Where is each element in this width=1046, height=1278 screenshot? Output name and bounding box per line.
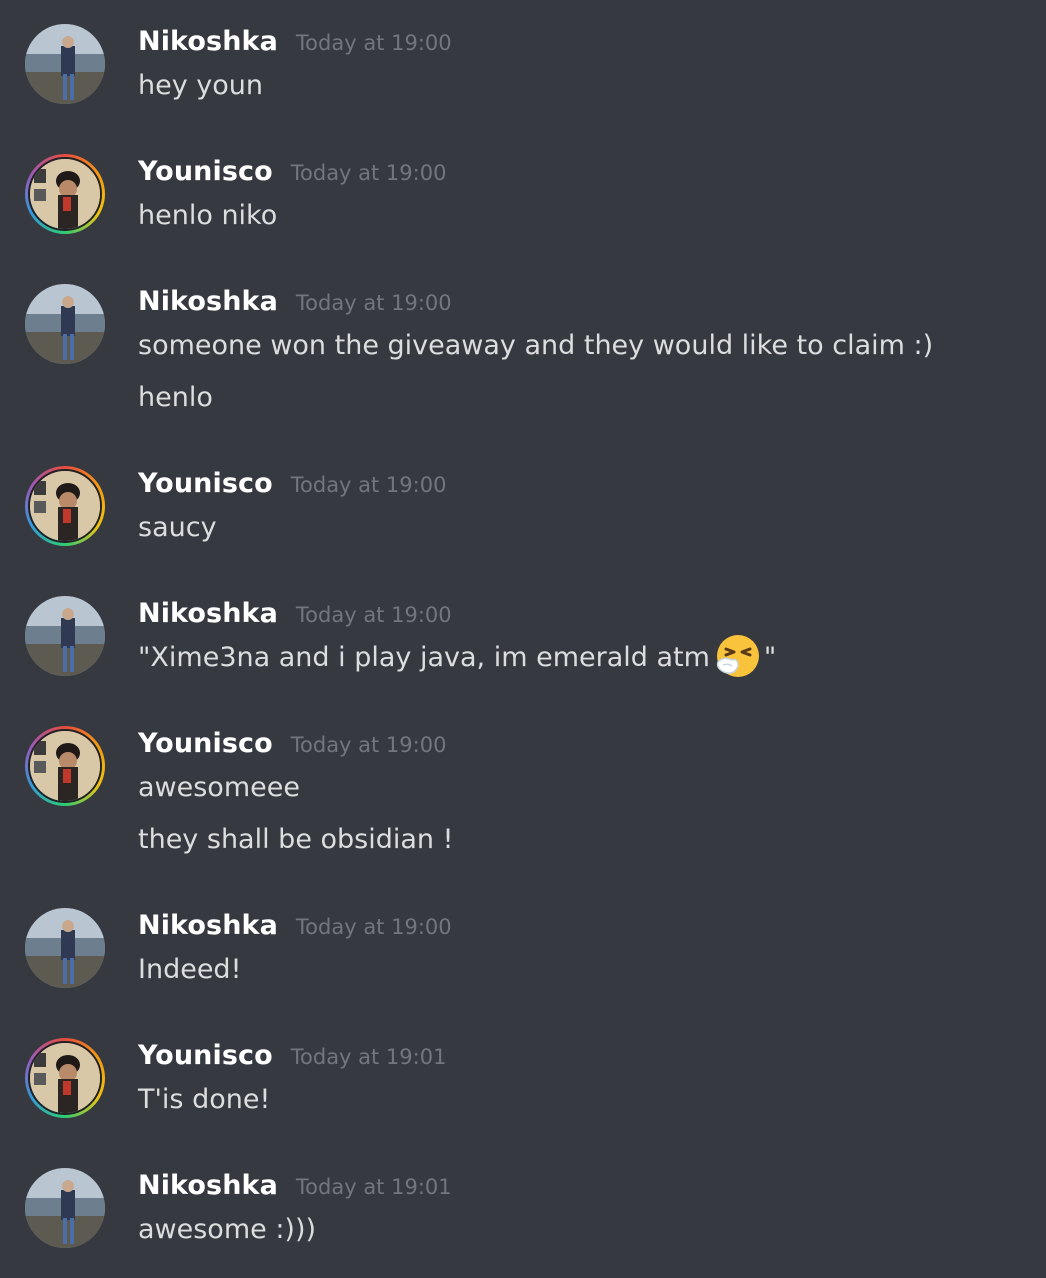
message-header: Nikoshka Today at 19:01 bbox=[138, 1170, 452, 1206]
message-text-part: " bbox=[763, 642, 777, 673]
timestamp: Today at 19:00 bbox=[290, 733, 447, 757]
timestamp: Today at 19:00 bbox=[295, 603, 452, 627]
username[interactable]: Nikoshka bbox=[138, 26, 278, 57]
chat-messages: Nikoshka Today at 19:00 hey youn Younisc… bbox=[0, 0, 1046, 1278]
username[interactable]: Nikoshka bbox=[138, 910, 278, 941]
avatar-nikoshka[interactable] bbox=[25, 908, 105, 988]
message-header: Nikoshka Today at 19:00 bbox=[138, 286, 452, 322]
username[interactable]: Younisco bbox=[138, 728, 273, 759]
avatar-nikoshka[interactable] bbox=[25, 1168, 105, 1248]
username[interactable]: Younisco bbox=[138, 156, 273, 187]
sneezing-face-emoji-icon[interactable] bbox=[714, 632, 762, 680]
message-text: they shall be obsidian ! bbox=[138, 824, 454, 855]
username[interactable]: Younisco bbox=[138, 1040, 273, 1071]
message-text: henlo bbox=[138, 382, 213, 413]
message-text: awesomeee bbox=[138, 772, 300, 803]
message-text: hey youn bbox=[138, 70, 264, 101]
message-header: Nikoshka Today at 19:00 bbox=[138, 910, 452, 946]
message-header: Younisco Today at 19:00 bbox=[138, 468, 446, 504]
timestamp: Today at 19:01 bbox=[290, 1045, 447, 1069]
avatar-younisco[interactable] bbox=[25, 154, 105, 234]
message-text: awesome :))) bbox=[138, 1214, 317, 1245]
username[interactable]: Younisco bbox=[138, 468, 273, 499]
timestamp: Today at 19:00 bbox=[295, 915, 452, 939]
message-text: T'is done! bbox=[138, 1084, 271, 1115]
message-text: Indeed! bbox=[138, 954, 242, 985]
message-header: Younisco Today at 19:00 bbox=[138, 156, 446, 192]
message-header: Nikoshka Today at 19:00 bbox=[138, 598, 452, 634]
avatar-younisco[interactable] bbox=[25, 466, 105, 546]
message-header: Younisco Today at 19:01 bbox=[138, 1040, 446, 1076]
message-header: Younisco Today at 19:00 bbox=[138, 728, 446, 764]
message-text: someone won the giveaway and they would … bbox=[138, 330, 934, 361]
message-text-part: "Xime3na and i play java, im emerald atm bbox=[138, 642, 710, 673]
timestamp: Today at 19:01 bbox=[295, 1175, 452, 1199]
timestamp: Today at 19:00 bbox=[290, 161, 447, 185]
timestamp: Today at 19:00 bbox=[295, 291, 452, 315]
message-text: "Xime3na and i play java, im emerald atm… bbox=[138, 634, 777, 677]
username[interactable]: Nikoshka bbox=[138, 598, 278, 629]
avatar-nikoshka[interactable] bbox=[25, 284, 105, 364]
avatar-younisco[interactable] bbox=[25, 726, 105, 806]
message-text: henlo niko bbox=[138, 200, 278, 231]
username[interactable]: Nikoshka bbox=[138, 1170, 278, 1201]
avatar-nikoshka[interactable] bbox=[25, 596, 105, 676]
message-header: Nikoshka Today at 19:00 bbox=[138, 26, 452, 62]
username[interactable]: Nikoshka bbox=[138, 286, 278, 317]
timestamp: Today at 19:00 bbox=[290, 473, 447, 497]
avatar-younisco[interactable] bbox=[25, 1038, 105, 1118]
timestamp: Today at 19:00 bbox=[295, 31, 452, 55]
message-text: saucy bbox=[138, 512, 217, 543]
avatar-nikoshka[interactable] bbox=[25, 24, 105, 104]
